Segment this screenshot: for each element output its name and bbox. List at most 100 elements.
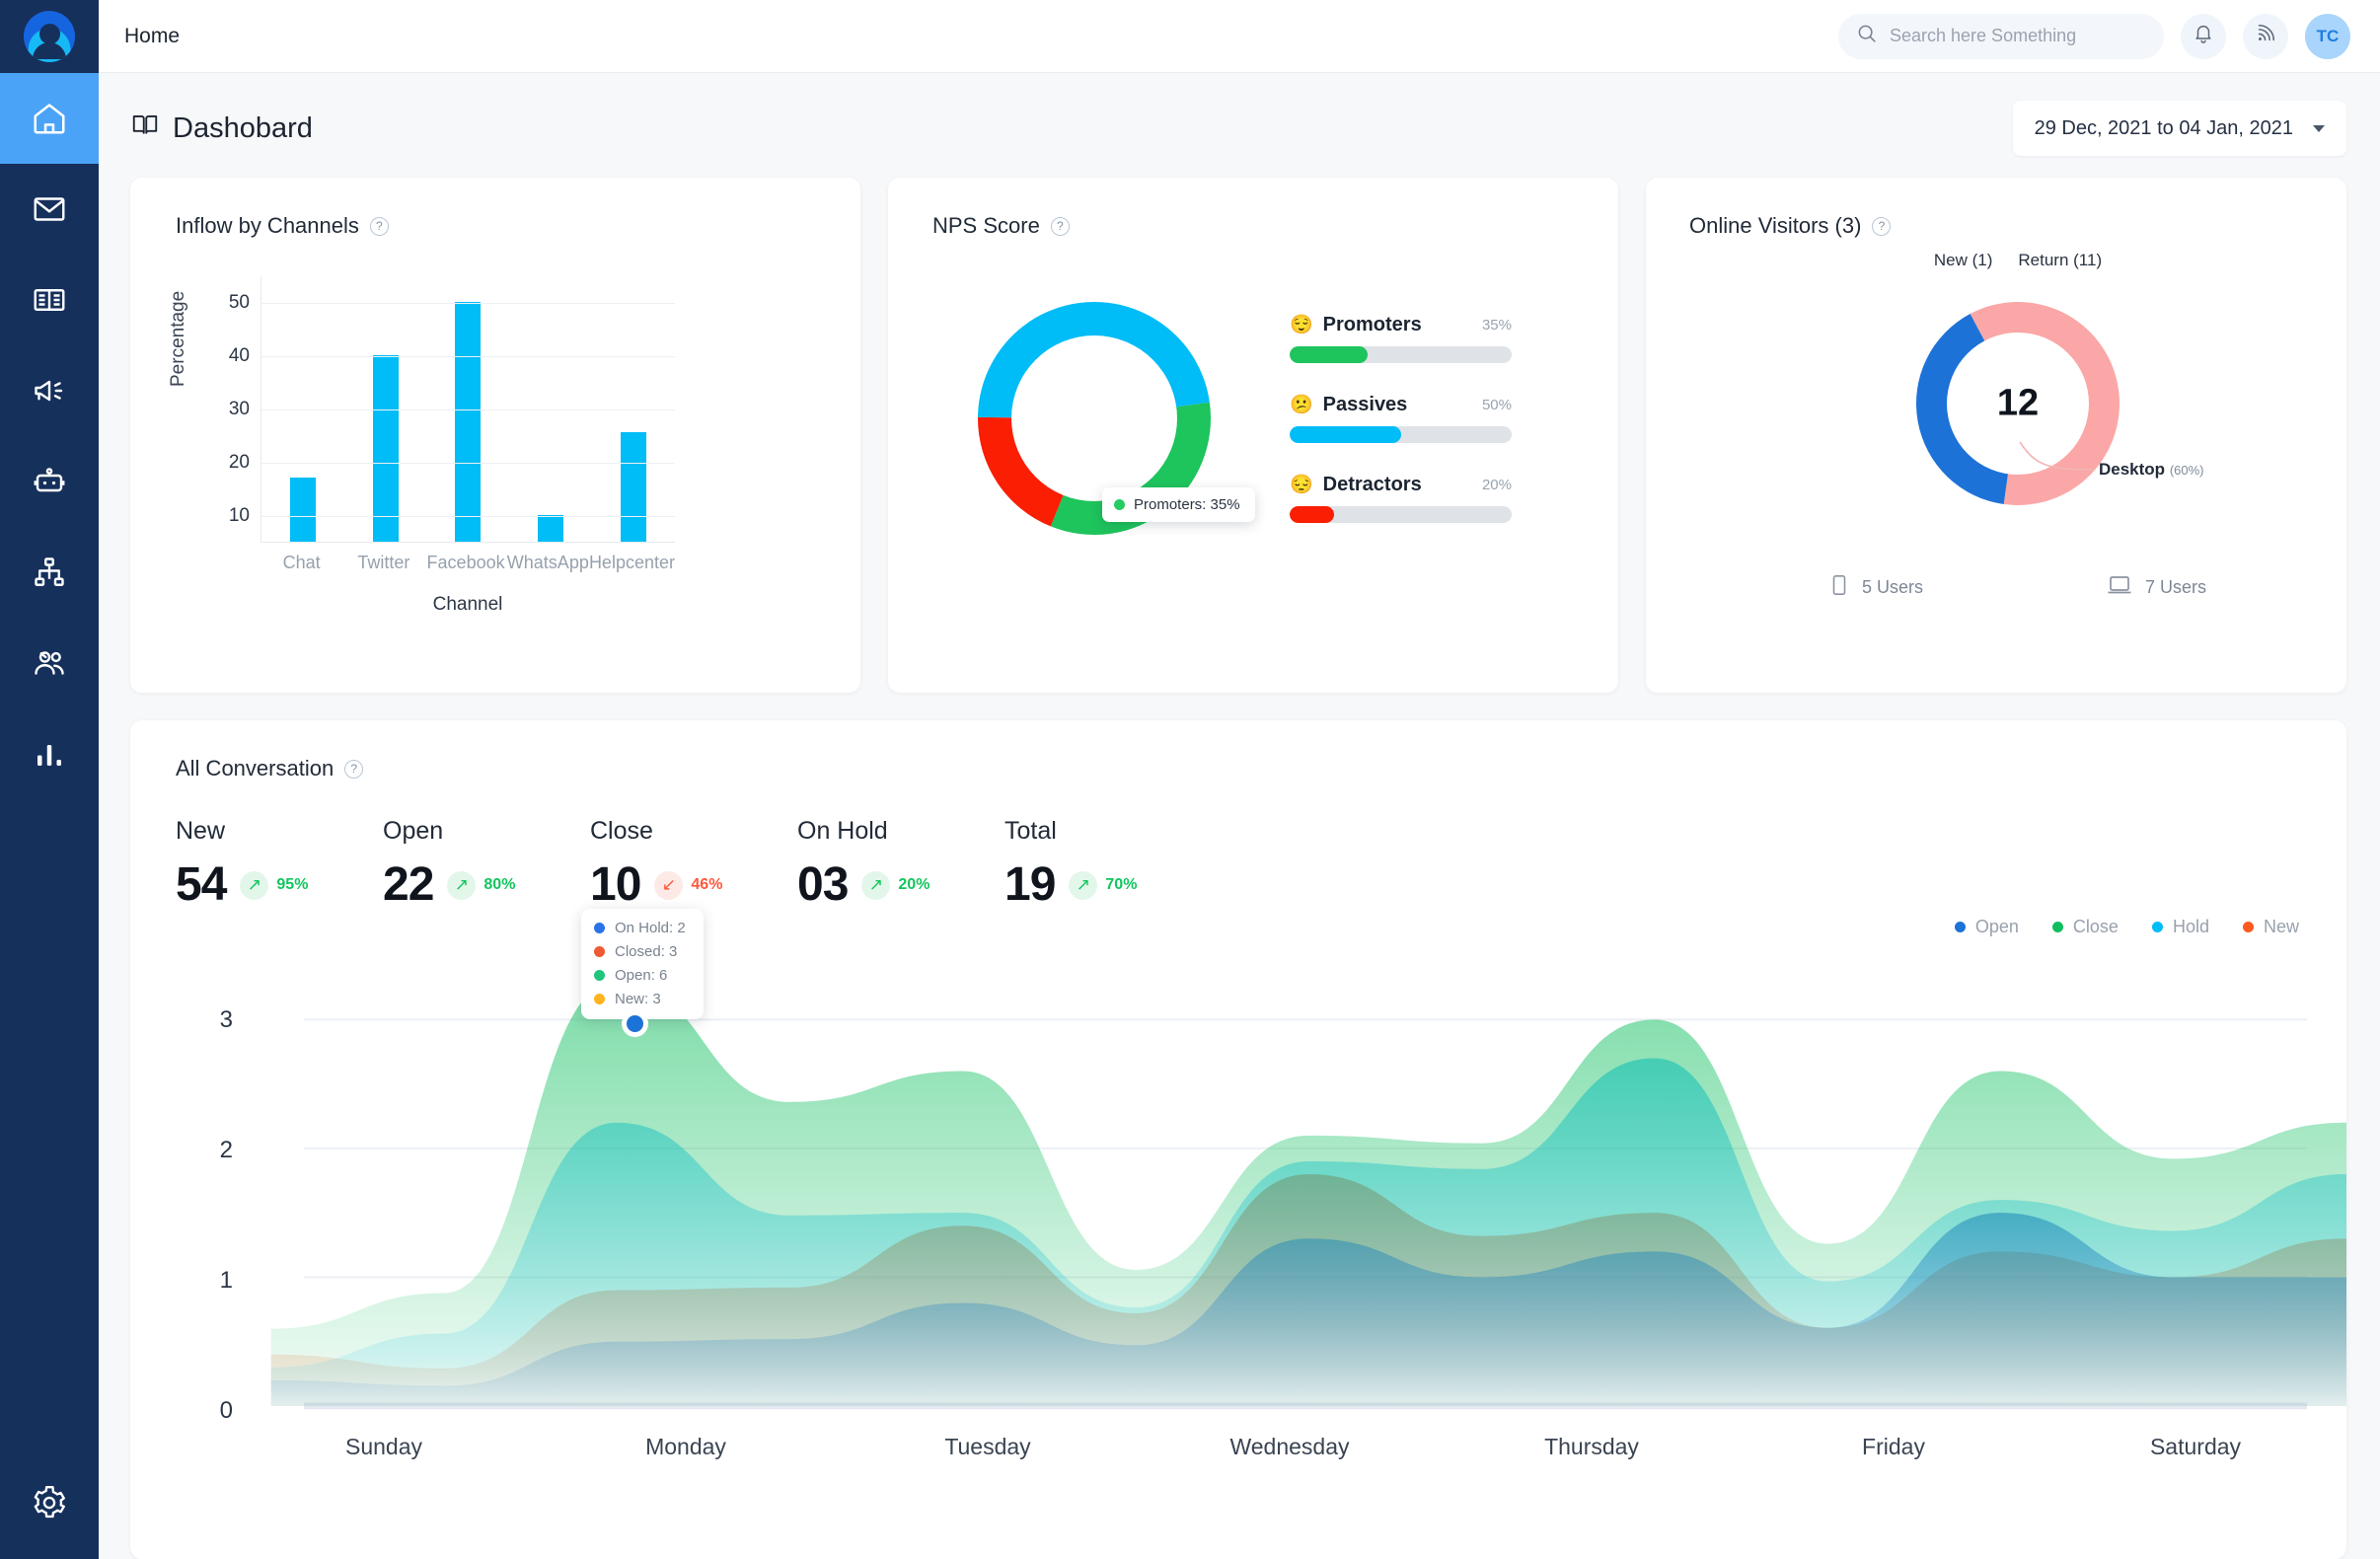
question-icon[interactable]: ? xyxy=(369,216,389,236)
stat-row: 03 ↗ 20% xyxy=(797,861,1004,909)
inflow-title-text: Inflow by Channels xyxy=(176,213,359,238)
nps-tooltip-dot xyxy=(1114,499,1125,510)
nps-title-text: NPS Score xyxy=(932,213,1040,238)
search-box[interactable] xyxy=(1838,13,2164,59)
bell-icon xyxy=(2193,23,2214,49)
tooltip-label: Open: 6 xyxy=(615,967,668,984)
nps-progress-fill xyxy=(1290,346,1368,363)
conversation-x-tick: Thursday xyxy=(1544,1434,1639,1459)
nps-progress-fill xyxy=(1290,506,1334,523)
stat-value: 03 xyxy=(797,858,849,911)
arrow-up-right-icon: ↗ xyxy=(861,870,891,900)
inflow-bar[interactable] xyxy=(621,432,647,542)
nps-tooltip-text: Promoters: 35% xyxy=(1134,496,1240,513)
conversation-y-tick: 3 xyxy=(219,1006,233,1034)
breadcrumb[interactable]: Home xyxy=(124,25,180,48)
conversation-legend-item[interactable]: Close xyxy=(2051,917,2119,937)
conversation-stat: Close 10 ↙ 46% xyxy=(590,817,797,909)
conversation-legend-item[interactable]: New xyxy=(2242,917,2299,937)
stat-label: Close xyxy=(590,817,653,845)
nps-score-card: NPS Score ? Promoters: 35% 😌 Promoters 3… xyxy=(888,178,1618,693)
conversation-tooltip-row: New: 3 xyxy=(594,991,686,1007)
legend-label: Close xyxy=(2072,917,2119,936)
inflow-x-tick: Chat xyxy=(282,553,321,572)
conversation-stat: On Hold 03 ↗ 20% xyxy=(797,817,1004,909)
avatar[interactable]: TC xyxy=(2305,13,2350,59)
inflow-y-tick: 40 xyxy=(228,345,250,366)
stat-label: New xyxy=(176,817,226,845)
search-input[interactable] xyxy=(1890,26,2146,46)
nps-legend-head: 😔 Detractors 20% xyxy=(1290,474,1512,496)
megaphone-icon xyxy=(32,373,67,408)
inflow-bar[interactable] xyxy=(289,478,316,542)
conversation-legend-item[interactable]: Hold xyxy=(2151,917,2209,937)
stat-delta-value: 95% xyxy=(276,876,309,893)
conversation-tooltip-row: On Hold: 2 xyxy=(594,920,686,936)
nps-legend-label: Detractors xyxy=(1322,474,1422,495)
inflow-y-tick: 30 xyxy=(228,399,250,419)
stat-label: Open xyxy=(383,817,444,845)
question-icon[interactable]: ? xyxy=(1050,216,1070,236)
date-range-picker[interactable]: 29 Dec, 2021 to 04 Jan, 2021 xyxy=(2012,101,2346,156)
visitors-center-value: 12 xyxy=(1996,382,2040,424)
face-icon: 😕 xyxy=(1290,395,1313,415)
home-icon xyxy=(31,100,68,137)
conversation-y-tick: 0 xyxy=(219,1396,233,1424)
book-icon xyxy=(32,282,67,318)
face-icon: 😔 xyxy=(1290,475,1313,495)
inflow-gridline xyxy=(261,516,675,517)
sidebar-item-bots[interactable] xyxy=(0,436,99,527)
sidebar-item-reports[interactable] xyxy=(0,708,99,799)
broadcast-button[interactable] xyxy=(2243,13,2288,59)
inflow-card-title: Inflow by Channels ? xyxy=(176,213,860,239)
notifications-button[interactable] xyxy=(2181,13,2226,59)
nps-donut-chart: Promoters: 35% xyxy=(936,260,1255,576)
top-cards-row: Inflow by Channels ? Percentage 10 20 30 40… xyxy=(130,178,2346,693)
sidebar-item-knowledge[interactable] xyxy=(0,255,99,345)
inflow-bar[interactable] xyxy=(372,355,399,542)
question-icon[interactable]: ? xyxy=(1872,216,1892,236)
visitors-legend-item: New (1) xyxy=(1933,251,1993,269)
nps-legend-percent: 50% xyxy=(1481,397,1512,413)
inflow-gridline xyxy=(261,303,675,304)
sidebar-item-home[interactable] xyxy=(0,73,99,164)
visitors-callout-text: Desktop xyxy=(2099,460,2166,479)
nps-legend-head: 😌 Promoters 35% xyxy=(1290,314,1512,336)
conversation-y-tick: 1 xyxy=(219,1266,233,1294)
phone-icon xyxy=(1829,574,1849,601)
inflow-y-tick: 20 xyxy=(228,452,250,473)
inflow-by-channels-card: Inflow by Channels ? Percentage 10 20 30 40… xyxy=(130,178,860,693)
sidebar-item-contacts[interactable] xyxy=(0,618,99,708)
arrow-down-left-icon: ↙ xyxy=(654,870,684,900)
sidebar-item-workflows[interactable] xyxy=(0,527,99,618)
inflow-x-tick: Twitter xyxy=(357,553,410,572)
dashboard-content: Inflow by Channels ? Percentage 10 20 30 40… xyxy=(99,156,2380,1559)
app-logo[interactable] xyxy=(0,0,99,73)
inflow-x-tick: Helpcenter xyxy=(588,553,675,572)
all-conversation-card: All Conversation ? New 54 ↗ 95% Open 22 … xyxy=(130,720,2346,1559)
conversation-hover-point[interactable] xyxy=(627,1015,643,1032)
main-area: Home Search here Something TC Dashobard … xyxy=(99,0,2380,1559)
visitors-card-title: Online Visitors (3) ? xyxy=(1689,213,2346,239)
nps-legend-row: 😕 Passives 50% xyxy=(1290,394,1512,443)
inflow-bar[interactable] xyxy=(538,515,564,542)
stat-delta-badge: ↗ 80% xyxy=(447,870,515,900)
stat-delta-badge: ↗ 70% xyxy=(1069,870,1137,900)
inflow-y-axis-label: Percentage xyxy=(168,290,188,387)
inflow-gridline xyxy=(261,356,675,357)
conversation-x-tick: Sunday xyxy=(344,1434,422,1459)
conversation-legend-item[interactable]: Open xyxy=(1954,917,2019,937)
nps-tooltip: Promoters: 35% xyxy=(1102,487,1255,522)
inflow-x-axis-label: Channel xyxy=(432,594,503,615)
stat-delta-badge: ↗ 20% xyxy=(861,870,930,900)
conversation-x-tick: Friday xyxy=(1862,1434,1925,1459)
conversation-x-tick: Tuesday xyxy=(944,1434,1031,1459)
inflow-bar[interactable] xyxy=(455,302,482,542)
sidebar-item-settings[interactable] xyxy=(0,1450,99,1559)
sidebar-item-campaigns[interactable] xyxy=(0,345,99,436)
stat-value: 54 xyxy=(176,858,227,911)
question-icon[interactable]: ? xyxy=(344,759,364,779)
sidebar-item-inbox[interactable] xyxy=(0,164,99,255)
bar-chart-icon xyxy=(32,736,67,772)
conversation-title-text: All Conversation xyxy=(176,756,335,780)
